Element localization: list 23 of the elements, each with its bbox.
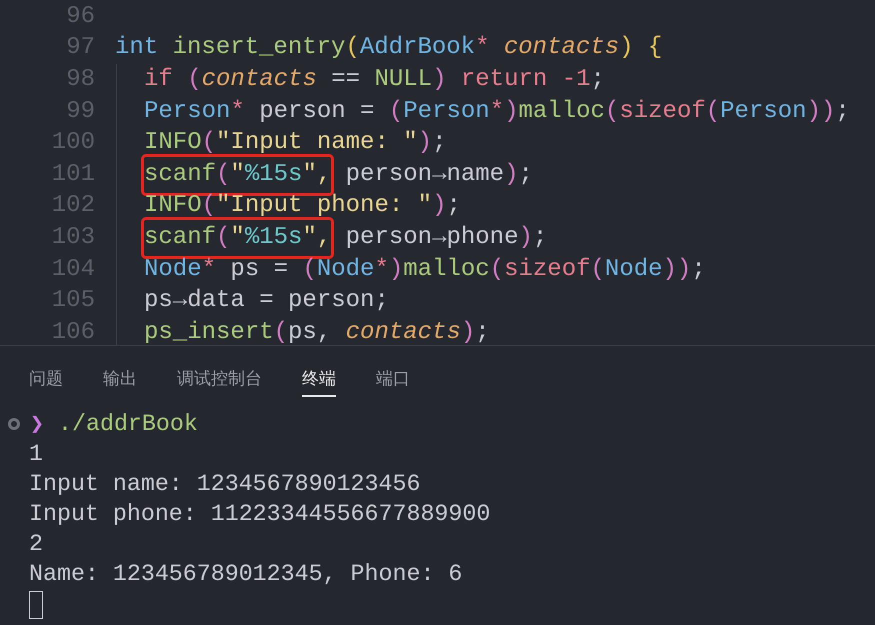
code-line: INFO("Input phone: "); <box>144 191 461 222</box>
terminal-output: Input phone: 11223344556677889900 <box>28 500 490 529</box>
terminal-command: ./addrBook <box>58 410 198 439</box>
panel-tab[interactable]: 输出 <box>103 363 137 397</box>
code-line: scanf("%15s", person→phone); <box>144 220 548 256</box>
terminal-output: Name: 123456789012345, Phone: 6 <box>28 560 462 589</box>
terminal-cursor <box>29 591 43 619</box>
prompt-symbol: ❯ <box>30 409 44 439</box>
code-line: int insert_entry(AddrBook* contacts) { <box>115 33 662 64</box>
code-line: if (contacts == NULL) return -1; <box>144 64 605 95</box>
code-line: scanf("%15s", person→name); <box>144 156 533 193</box>
panel-tab[interactable]: 终端 <box>302 363 336 397</box>
panel-tab[interactable]: 端口 <box>376 363 410 397</box>
code-line: ps→data = person; <box>144 286 389 316</box>
panel-tab[interactable]: 问题 <box>29 363 63 397</box>
terminal-output: 1 <box>28 440 43 469</box>
terminal-output: 2 <box>28 530 43 559</box>
terminal-output: Input name: 1234567890123456 <box>28 470 420 499</box>
panel-tab[interactable]: 调试控制台 <box>177 363 262 397</box>
code-line: Node* ps = (Node*)malloc(sizeof(Node)); <box>144 254 706 285</box>
code-line: Person* person = (Person*)malloc(sizeof(Person)); <box>144 96 850 127</box>
code-line: INFO("Input name: "); <box>144 128 446 158</box>
code-line: ps_insert(ps, contacts); <box>144 318 490 345</box>
